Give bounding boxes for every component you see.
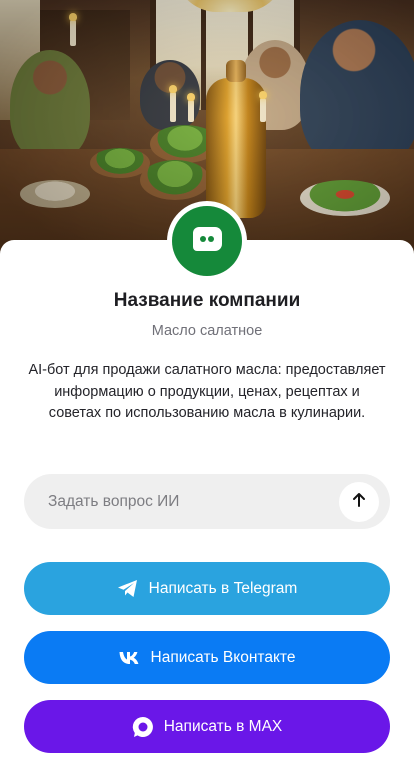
company-name: Название компании (113, 290, 301, 311)
telegram-button[interactable]: Написать в Telegram (24, 562, 390, 615)
max-button[interactable]: Написать в MAX (24, 700, 390, 753)
ask-ai-field (24, 474, 390, 529)
max-icon (132, 716, 154, 738)
avatar (167, 201, 247, 281)
vk-icon (119, 651, 141, 665)
chat-bot-icon (190, 222, 224, 261)
telegram-button-label: Написать в Telegram (148, 579, 298, 597)
send-button[interactable] (339, 481, 379, 522)
vk-button-label: Написать Вконтакте (150, 648, 296, 666)
ask-ai-input[interactable] (48, 492, 339, 511)
vk-button[interactable]: Написать Вконтакте (24, 631, 390, 684)
avatar-circle (172, 206, 242, 276)
company-subtitle: Масло салатное (151, 323, 263, 339)
max-button-label: Написать в MAX (163, 717, 283, 735)
telegram-icon (117, 579, 139, 598)
company-description: AI-бот для продажи салатного масла: пред… (28, 362, 386, 421)
arrow-up-icon (351, 492, 367, 511)
